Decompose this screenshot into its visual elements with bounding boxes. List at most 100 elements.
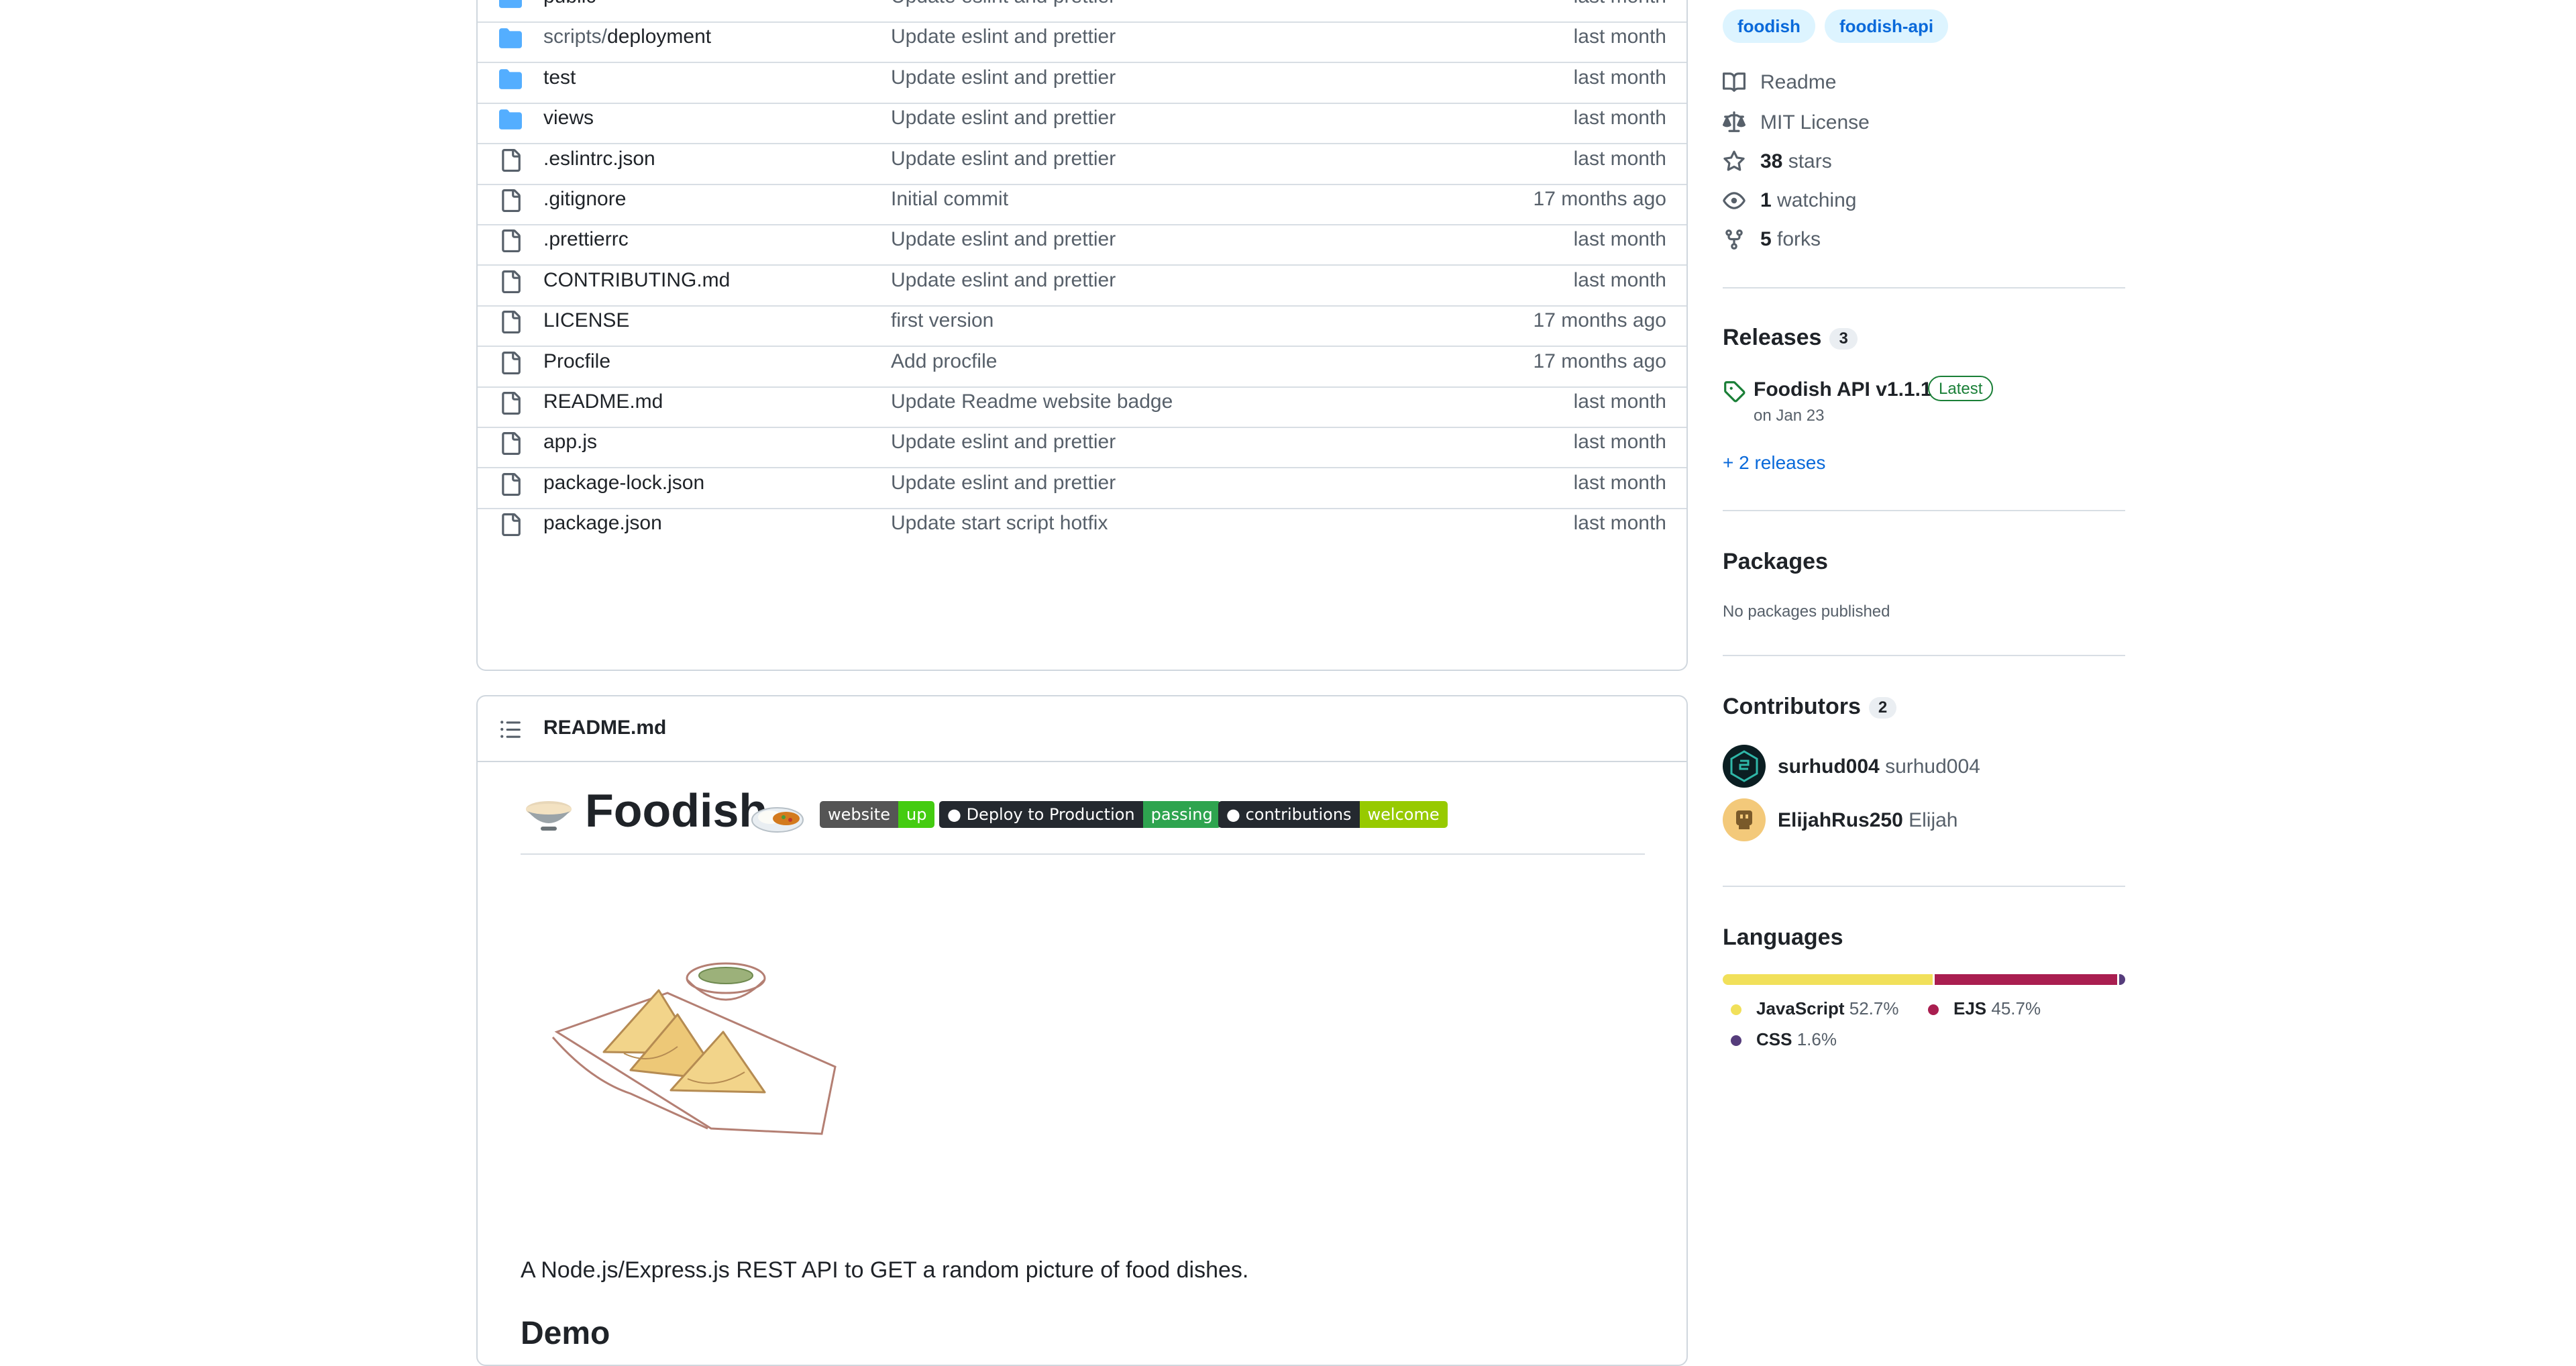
commit-age: last month xyxy=(1574,0,1666,8)
file-name: package.json xyxy=(543,512,662,535)
releases-heading[interactable]: Releases 3 xyxy=(1723,325,1858,351)
file-icon xyxy=(499,311,522,334)
file-icon xyxy=(499,472,522,496)
file-name-link[interactable]: scripts/deployment xyxy=(543,25,711,48)
readme-filename[interactable]: README.md xyxy=(543,717,666,739)
commit-age: last month xyxy=(1573,25,1666,48)
releases-heading-text: Releases xyxy=(1723,325,1822,350)
folder-icon xyxy=(499,68,522,91)
commit-age: last month xyxy=(1573,228,1666,251)
commit-age: 17 months ago xyxy=(1533,188,1666,210)
language-name: JavaScript xyxy=(1756,998,1845,1018)
folder-icon xyxy=(499,27,522,50)
file-name-link[interactable]: package.json xyxy=(543,512,662,535)
commit-message-link[interactable]: Update eslint and prettier xyxy=(891,148,1116,170)
commit-message-link[interactable]: Add procfile xyxy=(891,350,997,373)
commit-age: last month xyxy=(1573,431,1666,454)
file-name: README.md xyxy=(543,390,663,413)
file-name: CONTRIBUTING.md xyxy=(543,268,731,291)
star-icon xyxy=(1723,150,1745,171)
forks-count: 5 xyxy=(1760,228,1772,250)
file-name-link[interactable]: package-lock.json xyxy=(543,472,704,494)
language-name: CSS xyxy=(1756,1029,1792,1049)
contributor-2[interactable]: ElijahRus250 Elijah xyxy=(1778,809,1957,832)
table-row[interactable]: package.json Update start script hotfix la… xyxy=(478,500,1686,549)
file-name-link[interactable]: Procfile xyxy=(543,350,610,373)
languages-heading: Languages xyxy=(1723,925,1843,950)
commit-message-link[interactable]: Update eslint and prettier xyxy=(891,269,1116,292)
sidebar-divider xyxy=(1723,886,2125,887)
tag-icon xyxy=(1724,381,1746,403)
file-icon xyxy=(499,351,522,374)
readme-header: README.md xyxy=(478,696,1686,762)
readme-badge[interactable]: ● contributions welcome xyxy=(1218,801,1448,828)
language-css[interactable]: CSS 1.6% xyxy=(1731,1029,1837,1050)
file-name: package-lock.json xyxy=(543,471,705,494)
commit-message-link[interactable]: Update start script hotfix xyxy=(891,512,1108,535)
packages-heading[interactable]: Packages xyxy=(1723,549,1828,575)
commit-age: last month xyxy=(1573,107,1666,129)
list-icon[interactable] xyxy=(499,718,522,741)
title-divider xyxy=(521,853,1645,855)
file-name-link[interactable]: app.js xyxy=(543,431,597,454)
contributor-name: surhud004 xyxy=(1885,755,1980,778)
file-name-link[interactable]: CONTRIBUTING.md xyxy=(543,269,730,292)
commit-message-link[interactable]: Update eslint and prettier xyxy=(891,472,1116,494)
commit-age: last month xyxy=(1573,390,1666,413)
file-name: views xyxy=(543,107,594,129)
file-icon xyxy=(499,392,522,415)
readme-badge[interactable]: ● Deploy to Production passing xyxy=(939,801,1221,828)
file-name-link[interactable]: .gitignore xyxy=(543,188,626,211)
contributor-name: Elijah xyxy=(1909,809,1958,831)
badge-label: ● contributions xyxy=(1218,801,1360,828)
fork-icon xyxy=(1725,229,1743,250)
readme-badge[interactable]: website up xyxy=(820,801,935,828)
language-percent: 45.7% xyxy=(1991,998,2041,1018)
file-name-link[interactable]: .prettierrc xyxy=(543,228,629,251)
language-bar xyxy=(1723,974,2125,985)
releases-count: 3 xyxy=(1829,328,1858,350)
language-ejs[interactable]: EJS 45.7% xyxy=(1928,998,2041,1019)
file-name-link[interactable]: public xyxy=(543,0,596,8)
topic-foodish-api[interactable]: foodish-api xyxy=(1825,9,1949,43)
commit-message-link[interactable]: Update eslint and prettier xyxy=(891,0,1116,8)
badge-label: website xyxy=(820,801,898,828)
sidebar-divider xyxy=(1723,287,2125,288)
commit-message-link[interactable]: Update eslint and prettier xyxy=(891,107,1116,129)
language-javascript[interactable]: JavaScript 52.7% xyxy=(1731,998,1899,1019)
file-icon xyxy=(499,189,522,212)
bowl-emoji-icon xyxy=(526,801,572,831)
language-bar-segment xyxy=(1723,974,1933,985)
demo-heading: Demo xyxy=(521,1316,610,1351)
file-name-link[interactable]: LICENSE xyxy=(543,309,629,332)
file-name-link[interactable]: test xyxy=(543,66,576,89)
commit-message-link[interactable]: Update eslint and prettier xyxy=(891,66,1116,89)
commit-message-link[interactable]: Update eslint and prettier xyxy=(891,431,1116,454)
commit-message-link[interactable]: Update eslint and prettier xyxy=(891,228,1116,251)
avatar[interactable] xyxy=(1723,745,1766,788)
file-name-link[interactable]: README.md xyxy=(543,390,663,413)
topic-foodish[interactable]: foodish xyxy=(1723,9,1815,43)
file-name: deployment xyxy=(607,25,712,48)
file-icon xyxy=(499,148,522,172)
avatar[interactable] xyxy=(1723,798,1766,841)
commit-message-link[interactable]: Update Readme website badge xyxy=(891,390,1173,413)
commit-message-link[interactable]: Update eslint and prettier xyxy=(891,25,1116,48)
license-label: MIT License xyxy=(1760,111,1870,134)
contributors-heading[interactable]: Contributors 2 xyxy=(1723,694,1897,720)
more-releases-link[interactable]: + 2 releases xyxy=(1723,452,1825,474)
commit-message-link[interactable]: first version xyxy=(891,309,994,332)
language-percent: 1.6% xyxy=(1796,1029,1837,1049)
contributor-avatar-robot-icon xyxy=(1736,810,1752,829)
commit-message-link[interactable]: Initial commit xyxy=(891,188,1008,211)
file-name: .eslintrc.json xyxy=(543,147,655,170)
latest-release-date: on Jan 23 xyxy=(1754,407,1825,425)
latest-release-name[interactable]: Foodish API v1.1.1 xyxy=(1754,378,1932,401)
file-icon xyxy=(499,229,522,253)
file-name-link[interactable]: .eslintrc.json xyxy=(543,148,655,170)
contributor-1[interactable]: surhud004 surhud004 xyxy=(1778,755,1980,778)
file-name-link[interactable]: views xyxy=(543,107,594,129)
contributors-heading-text: Contributors xyxy=(1723,694,1861,719)
file-name: test xyxy=(543,66,576,89)
contributor-login: ElijahRus250 xyxy=(1778,809,1903,831)
